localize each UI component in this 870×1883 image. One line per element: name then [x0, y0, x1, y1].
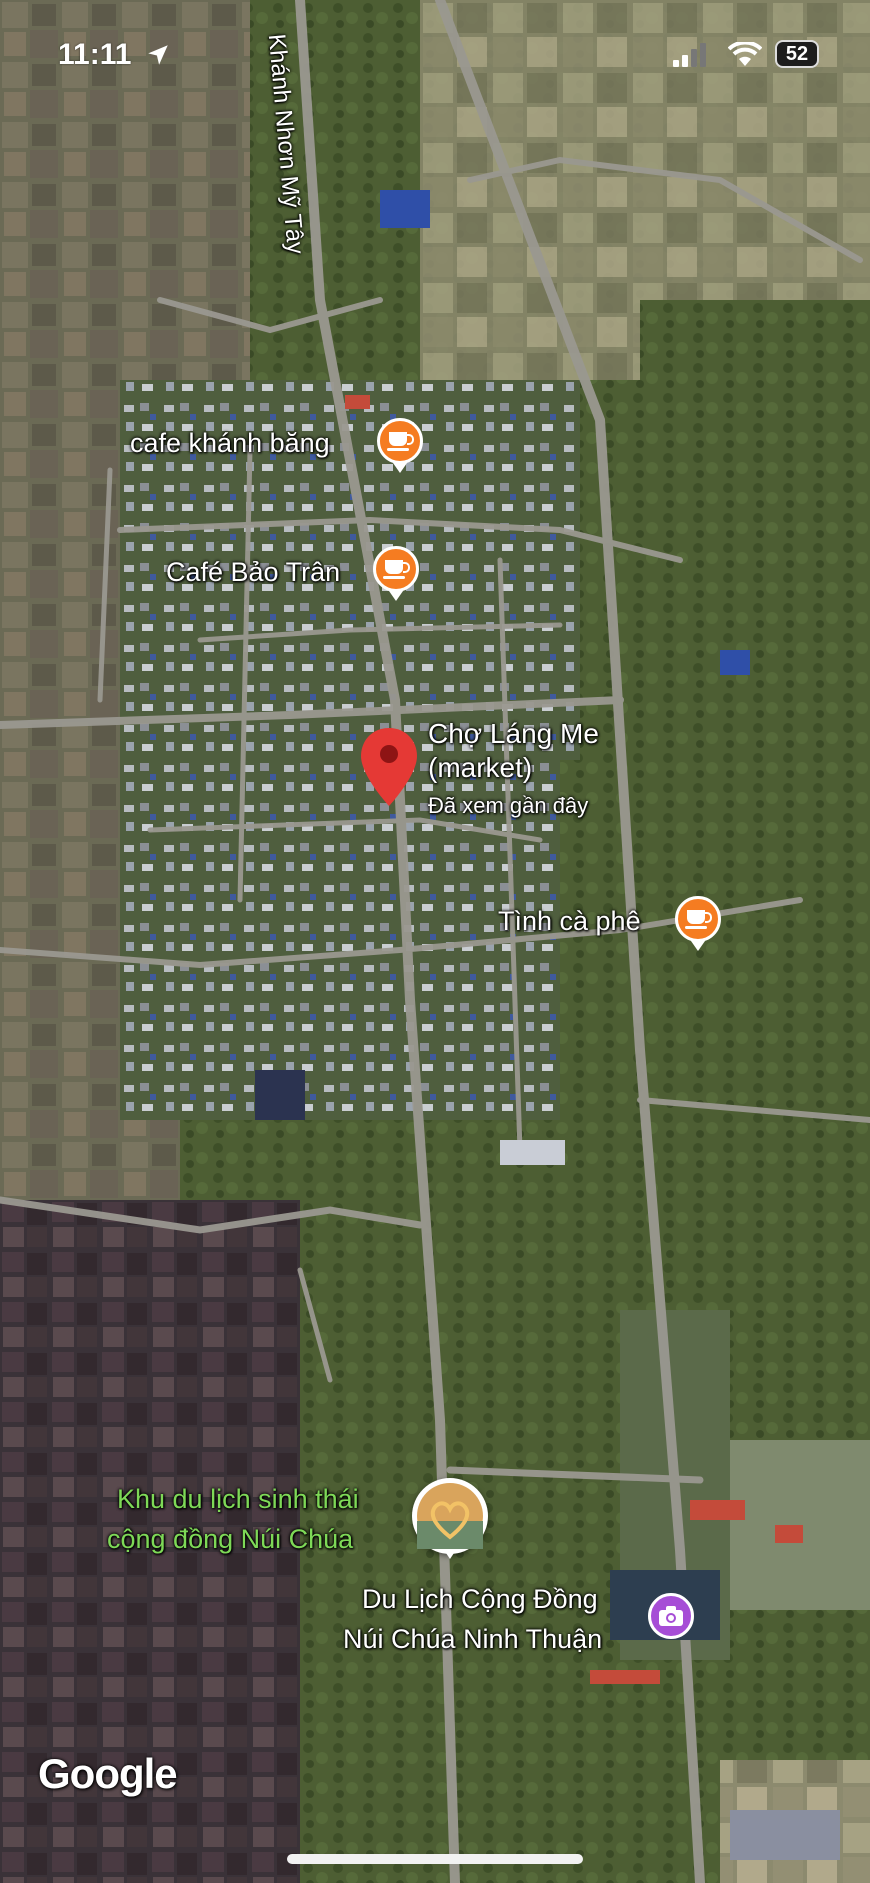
selected-place-subtitle: Đã xem gần đây [428, 793, 589, 818]
wifi-icon [728, 42, 762, 66]
attraction-name-line2[interactable]: cộng đồng Núi Chúa [107, 1524, 353, 1555]
cafe-pin-icon[interactable] [675, 896, 721, 951]
attraction-photo-pin[interactable] [412, 1478, 488, 1559]
photo-spot-name-line1[interactable]: Du Lịch Cộng Đồng [362, 1584, 598, 1615]
coffee-cup-icon [385, 560, 410, 574]
location-arrow-icon [148, 45, 168, 65]
poi-label-tinh-ca-phe[interactable]: Tình cà phê [498, 906, 641, 937]
poi-label-cafe-khanh-bang[interactable]: cafe khánh băng [130, 428, 330, 459]
selected-place-name-line1[interactable]: Chợ Láng Me [428, 718, 599, 750]
signal-icon [673, 43, 706, 67]
coffee-cup-icon [389, 432, 414, 446]
poi-label-cafe-bao-tran[interactable]: Café Bảo Trân [166, 557, 340, 588]
heart-photo-thumbnail-icon [417, 1483, 483, 1549]
battery-indicator: 52 [775, 40, 819, 68]
camera-icon [659, 1606, 683, 1626]
cafe-pin-icon[interactable] [373, 546, 419, 601]
status-bar: 11:11 52 [0, 0, 870, 110]
attraction-name-line1[interactable]: Khu du lịch sinh thái [117, 1484, 359, 1515]
coffee-cup-icon [687, 910, 712, 924]
photo-spot-name-line2[interactable]: Núi Chúa Ninh Thuận [343, 1624, 602, 1655]
home-indicator[interactable] [287, 1854, 583, 1864]
status-time: 11:11 [58, 38, 132, 71]
google-attribution: Google [38, 1750, 178, 1797]
camera-pin-icon[interactable] [648, 1593, 694, 1639]
selected-location-pin-icon[interactable] [358, 726, 420, 808]
cafe-pin-icon[interactable] [377, 418, 423, 473]
selected-place-name-line2[interactable]: (market) [428, 752, 532, 784]
